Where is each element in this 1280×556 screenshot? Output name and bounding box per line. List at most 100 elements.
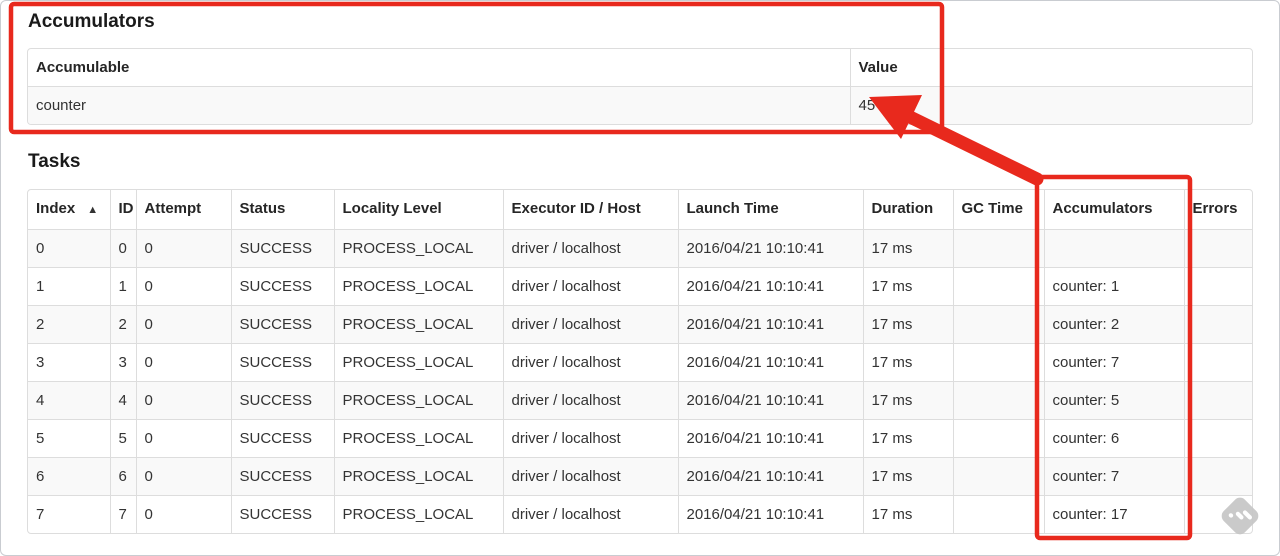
column-header-label: Duration [871, 200, 934, 217]
task-cell-errors [1184, 229, 1252, 268]
column-header-duration[interactable]: Duration [863, 190, 954, 230]
accumulators-heading: Accumulators [28, 11, 155, 32]
column-header-index[interactable]: Index ▲ [28, 190, 111, 230]
column-header-label: Errors [1192, 200, 1238, 217]
task-cell-gc-time [953, 419, 1045, 458]
task-cell-errors [1184, 381, 1252, 420]
sort-ascending-icon: ▲ [87, 204, 99, 216]
task-cell-id: 4 [110, 381, 137, 420]
tasks-heading: Tasks [28, 151, 81, 172]
task-cell-locality-level: PROCESS_LOCAL [334, 343, 504, 382]
task-cell-locality-level: PROCESS_LOCAL [334, 229, 504, 268]
task-cell-executor-id-host: driver / localhost [503, 229, 679, 268]
task-cell-locality-level: PROCESS_LOCAL [334, 495, 504, 533]
task-cell-executor-id-host: driver / localhost [503, 457, 679, 496]
task-cell-id: 6 [110, 457, 137, 496]
task-cell-attempt: 0 [136, 419, 232, 458]
column-header-label: Accumulators [1052, 200, 1153, 217]
task-cell-gc-time [953, 343, 1045, 382]
column-header-status[interactable]: Status [231, 190, 335, 230]
task-row: 7 7 0 SUCCESS PROCESS_LOCAL driver / localhos… [28, 495, 1252, 533]
task-cell-executor-id-host: driver / localhost [503, 267, 679, 306]
task-cell-executor-id-host: driver / localhost [503, 343, 679, 382]
column-header-label: GC Time [961, 200, 1023, 217]
task-cell-status: SUCCESS [231, 267, 335, 306]
task-cell-locality-level: PROCESS_LOCAL [334, 305, 504, 344]
accumulator-row: counter 45 [28, 86, 1252, 124]
task-cell-status: SUCCESS [231, 495, 335, 533]
task-cell-duration: 17 ms [863, 267, 954, 306]
column-header-attempt[interactable]: Attempt [136, 190, 232, 230]
task-cell-accumulators [1044, 229, 1185, 268]
task-cell-locality-level: PROCESS_LOCAL [334, 381, 504, 420]
task-cell-launch-time: 2016/04/21 10:10:41 [678, 267, 864, 306]
column-header-value: Value [858, 59, 898, 76]
task-cell-gc-time [953, 381, 1045, 420]
task-cell-launch-time: 2016/04/21 10:10:41 [678, 419, 864, 458]
task-cell-attempt: 0 [136, 343, 232, 382]
task-cell-id: 0 [110, 229, 137, 268]
accumulable-value-cell: 45 [850, 86, 1252, 124]
task-cell-duration: 17 ms [863, 305, 954, 344]
task-cell-launch-time: 2016/04/21 10:10:41 [678, 305, 864, 344]
task-cell-status: SUCCESS [231, 305, 335, 344]
task-cell-executor-id-host: driver / localhost [503, 381, 679, 420]
task-cell-status: SUCCESS [231, 229, 335, 268]
task-row: 5 5 0 SUCCESS PROCESS_LOCAL driver / localhos… [28, 419, 1252, 458]
column-header-accumulable: Accumulable [28, 49, 851, 87]
task-cell-gc-time [953, 495, 1045, 533]
task-cell-status: SUCCESS [231, 457, 335, 496]
task-cell-locality-level: PROCESS_LOCAL [334, 267, 504, 306]
task-cell-index: 5 [28, 419, 111, 458]
task-cell-status: SUCCESS [231, 343, 335, 382]
task-cell-errors [1184, 267, 1252, 306]
column-header-executor-id-host[interactable]: Executor ID / Host [503, 190, 679, 230]
task-row: 4 4 0 SUCCESS PROCESS_LOCAL driver / localhos… [28, 381, 1252, 420]
task-cell-accumulators: counter: 2 [1044, 305, 1185, 344]
column-header-locality-level[interactable]: Locality Level [334, 190, 504, 230]
column-header-errors[interactable]: Errors [1184, 190, 1252, 230]
task-cell-attempt: 0 [136, 305, 232, 344]
task-cell-attempt: 0 [136, 381, 232, 420]
tasks-body: 0 0 0 SUCCESS PROCESS_LOCAL driver / localhos… [28, 229, 1252, 533]
task-cell-errors [1184, 495, 1252, 533]
task-cell-accumulators: counter: 6 [1044, 419, 1185, 458]
task-row: 3 3 0 SUCCESS PROCESS_LOCAL driver / localhos… [28, 343, 1252, 382]
task-cell-locality-level: PROCESS_LOCAL [334, 457, 504, 496]
task-cell-duration: 17 ms [863, 343, 954, 382]
task-cell-errors [1184, 419, 1252, 458]
task-cell-gc-time [953, 229, 1045, 268]
task-cell-launch-time: 2016/04/21 10:10:41 [678, 229, 864, 268]
column-header-label: Locality Level [342, 200, 442, 217]
task-cell-index: 4 [28, 381, 111, 420]
task-cell-launch-time: 2016/04/21 10:10:41 [678, 343, 864, 382]
task-cell-launch-time: 2016/04/21 10:10:41 [678, 457, 864, 496]
column-header-launch-time[interactable]: Launch Time [678, 190, 864, 230]
column-header-accumulators[interactable]: Accumulators [1044, 190, 1185, 230]
column-header-label: Attempt [144, 200, 202, 217]
task-cell-attempt: 0 [136, 495, 232, 533]
task-cell-index: 7 [28, 495, 111, 533]
task-cell-executor-id-host: driver / localhost [503, 305, 679, 344]
task-cell-errors [1184, 305, 1252, 344]
task-cell-accumulators: counter: 7 [1044, 343, 1185, 382]
task-cell-executor-id-host: driver / localhost [503, 495, 679, 533]
task-row: 1 1 0 SUCCESS PROCESS_LOCAL driver / localhos… [28, 267, 1252, 306]
task-cell-errors [1184, 457, 1252, 496]
column-header-id[interactable]: ID [110, 190, 137, 230]
task-cell-gc-time [953, 457, 1045, 496]
task-cell-gc-time [953, 305, 1045, 344]
task-cell-attempt: 0 [136, 457, 232, 496]
task-cell-index: 3 [28, 343, 111, 382]
task-cell-accumulators: counter: 5 [1044, 381, 1185, 420]
task-cell-duration: 17 ms [863, 229, 954, 268]
task-cell-gc-time [953, 267, 1045, 306]
task-cell-launch-time: 2016/04/21 10:10:41 [678, 381, 864, 420]
task-cell-id: 7 [110, 495, 137, 533]
column-header-gc-time[interactable]: GC Time [953, 190, 1045, 230]
tasks-header-row: Index ▲ ID Attempt Status Locality Level Execu… [28, 190, 1252, 230]
task-cell-duration: 17 ms [863, 495, 954, 533]
task-row: 6 6 0 SUCCESS PROCESS_LOCAL driver / localhos… [28, 457, 1252, 496]
task-cell-index: 0 [28, 229, 111, 268]
task-cell-attempt: 0 [136, 229, 232, 268]
